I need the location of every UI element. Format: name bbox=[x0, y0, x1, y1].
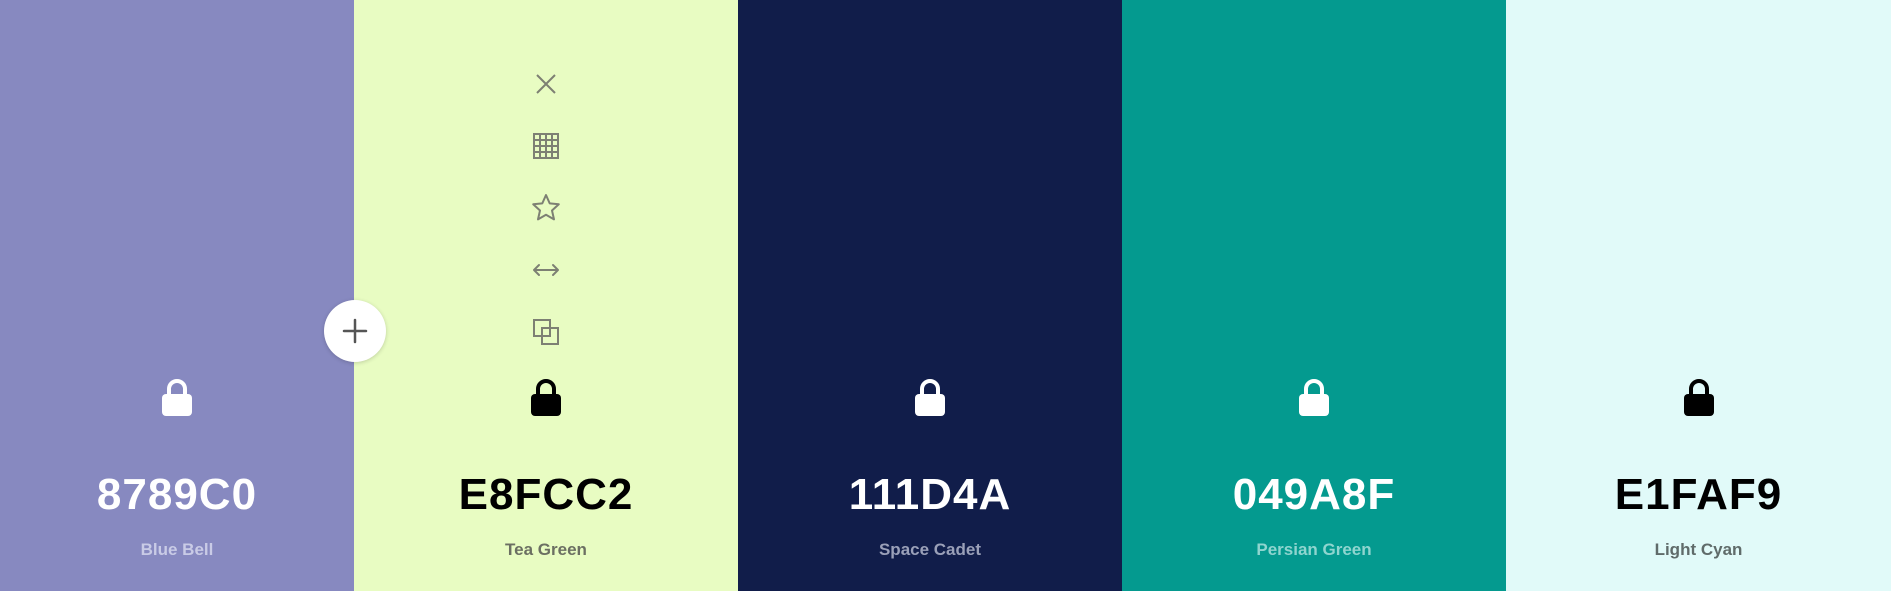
copy-hex-button[interactable] bbox=[526, 312, 566, 352]
lock-icon[interactable] bbox=[1297, 378, 1331, 418]
arrows-horizontal-icon bbox=[533, 264, 559, 276]
save-color-button[interactable] bbox=[526, 188, 566, 228]
swatch-hex-code[interactable]: 8789C0 bbox=[0, 470, 354, 520]
swatch-hex-code[interactable]: 111D4A bbox=[738, 470, 1122, 520]
swatch-persian-green[interactable]: 049A8F Persian Green bbox=[1122, 0, 1506, 591]
swatch-blue-bell[interactable]: 8789C0 Blue Bell bbox=[0, 0, 354, 591]
grid-icon bbox=[533, 133, 559, 159]
swatch-color-name: Persian Green bbox=[1256, 540, 1372, 559]
star-icon bbox=[532, 194, 560, 221]
swatch-toolbar bbox=[354, 64, 738, 374]
color-palette: 8789C0 Blue Bell E8FCC2 Tea Green 111D4A… bbox=[0, 0, 1891, 591]
add-color-button[interactable] bbox=[324, 300, 386, 362]
swatch-hex-code[interactable]: 049A8F bbox=[1122, 470, 1506, 520]
swatch-light-cyan[interactable]: E1FAF9 Light Cyan bbox=[1506, 0, 1891, 591]
swatch-hex-code[interactable]: E1FAF9 bbox=[1506, 470, 1891, 520]
lock-icon[interactable] bbox=[1682, 378, 1716, 418]
swatch-color-name: Blue Bell bbox=[140, 540, 214, 559]
remove-color-button[interactable] bbox=[526, 64, 566, 104]
copy-icon bbox=[533, 319, 559, 345]
close-icon bbox=[536, 74, 556, 94]
drag-color-button[interactable] bbox=[526, 250, 566, 290]
swatch-hex-code[interactable]: E8FCC2 bbox=[354, 470, 738, 520]
view-shades-button[interactable] bbox=[526, 126, 566, 166]
swatch-color-name: Light Cyan bbox=[1654, 540, 1743, 559]
swatch-color-name: Space Cadet bbox=[878, 540, 982, 559]
swatch-space-cadet[interactable]: 111D4A Space Cadet bbox=[738, 0, 1122, 591]
lock-icon[interactable] bbox=[160, 378, 194, 418]
lock-icon[interactable] bbox=[913, 378, 947, 418]
plus-icon bbox=[342, 318, 368, 344]
lock-icon[interactable] bbox=[529, 378, 563, 418]
swatch-tea-green[interactable]: E8FCC2 Tea Green bbox=[354, 0, 738, 591]
swatch-color-name: Tea Green bbox=[505, 540, 587, 559]
